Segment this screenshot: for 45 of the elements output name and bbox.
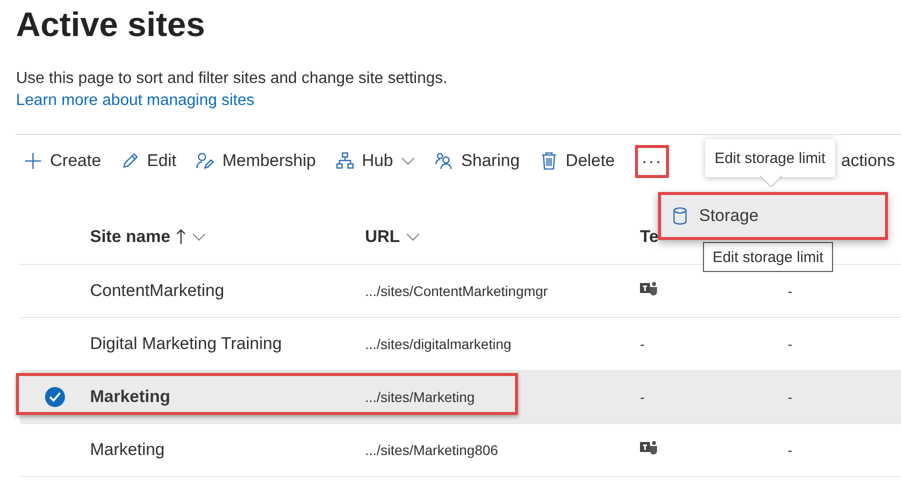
table-row[interactable]: Marketing .../sites/Marketing806 -: [20, 424, 901, 477]
sort-up-icon: [176, 228, 186, 244]
toolbar-button[interactable]: Hub: [336, 151, 416, 171]
site-name-cell-text: Marketing: [90, 440, 166, 460]
toolbar-button[interactable]: Membership: [196, 151, 316, 171]
toolbar-text: actions: [841, 151, 895, 171]
table-cell: -: [788, 389, 792, 405]
table-cell: -: [788, 283, 792, 299]
url-cell-text: .../sites/Marketing: [365, 389, 476, 405]
people-icon: [435, 152, 454, 170]
team-icon: [640, 440, 658, 456]
page-description: Use this page to sort and filter sites and change site settings.: [16, 69, 448, 89]
hub-icon: [336, 152, 354, 170]
check-icon[interactable]: [45, 387, 65, 407]
toolbar-button[interactable]: Edit: [121, 151, 176, 171]
teams-cell: -: [640, 336, 645, 352]
menu-item[interactable]: Storage: [658, 192, 888, 240]
team-icon: [640, 280, 658, 296]
url-cell-text: .../sites/Marketing806: [365, 442, 500, 458]
url-cell-text: .../sites/ContentMarketingmgr: [365, 283, 549, 299]
site-name-cell-text: Marketing: [90, 387, 172, 407]
person-edit-icon: [196, 152, 214, 170]
more-button[interactable]: ···: [634, 144, 669, 178]
table-cell: -: [788, 442, 792, 458]
toolbar-button[interactable]: Create: [24, 151, 102, 171]
learn-more-link[interactable]: Learn more about managing sites: [16, 90, 254, 112]
page-title: Active sites: [16, 5, 206, 46]
pencil-icon: [121, 152, 140, 170]
tooltip: Edit storage limit: [703, 242, 833, 272]
table-cell: -: [788, 336, 792, 352]
chevron-down-icon: [406, 232, 420, 240]
chevron-down-icon: [401, 157, 416, 165]
site-name-cell-text: Digital Marketing Training: [90, 334, 283, 354]
tooltip-pointer-icon: [760, 176, 782, 187]
url-cell-text: .../sites/digitalmarketing: [365, 336, 512, 352]
trash-icon: [540, 152, 558, 170]
plus-icon: [24, 152, 42, 170]
database-icon: [673, 207, 687, 225]
toolbar-button[interactable]: Sharing: [435, 151, 520, 171]
chevron-down-icon: [192, 232, 206, 240]
column-header[interactable]: URL: [365, 226, 640, 246]
teams-cell: -: [640, 389, 645, 405]
site-name-cell-text: ContentMarketing: [90, 281, 226, 301]
toolbar-button[interactable]: Delete: [540, 151, 615, 171]
column-header[interactable]: Site name: [90, 226, 365, 246]
